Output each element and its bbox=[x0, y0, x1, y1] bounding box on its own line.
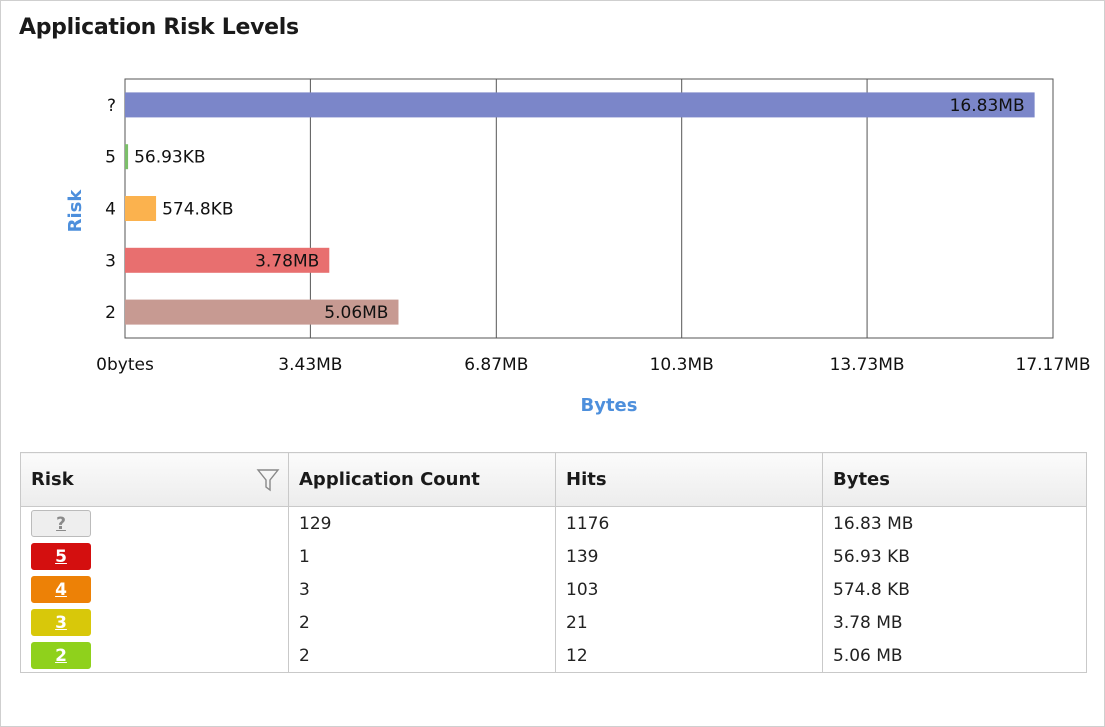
bytes-cell: 574.8 KB bbox=[822, 573, 1087, 606]
x-tick-label: 6.87MB bbox=[464, 355, 528, 375]
table-row[interactable]: ? 129 1176 16.83 MB bbox=[21, 506, 1087, 541]
bar-data-label: 574.8KB bbox=[162, 200, 233, 220]
hits-cell: 21 bbox=[555, 606, 823, 639]
risk-cell: 2 bbox=[21, 639, 289, 673]
risk-bar-chart: 0bytes 3.43MB 6.87MB 10.3MB 13.73MB 17.17MB? 1… bbox=[65, 78, 1091, 416]
column-header-hits-label: Hits bbox=[566, 469, 607, 490]
hits-cell: 1176 bbox=[555, 506, 823, 540]
risk-levels-panel: Application Risk Levels 0bytes 3.43MB 6.87… bbox=[0, 0, 1105, 727]
bar-data-label: 56.93KB bbox=[134, 148, 205, 168]
y-tick-label: ? bbox=[107, 96, 116, 116]
column-header-app-count[interactable]: Application Count bbox=[288, 452, 556, 507]
bytes-cell: 56.93 KB bbox=[822, 540, 1087, 573]
y-tick-label: 4 bbox=[105, 200, 116, 220]
column-header-hits[interactable]: Hits bbox=[555, 452, 823, 507]
app-count-cell: 2 bbox=[288, 606, 556, 639]
app-count-cell: 3 bbox=[288, 573, 556, 606]
risk-table-body: ? 129 1176 16.83 MB 5 1 139 56.93 KB 4 3 103 574.8 … bbox=[21, 506, 1087, 673]
x-tick-label: 10.3MB bbox=[650, 355, 714, 375]
x-tick-label: 17.17MB bbox=[1016, 355, 1091, 375]
bar-risk-5[interactable] bbox=[125, 144, 129, 170]
hits-cell: 12 bbox=[555, 639, 823, 673]
table-row[interactable]: 5 1 139 56.93 KB bbox=[21, 540, 1087, 573]
y-axis-title: Risk bbox=[65, 189, 86, 233]
table-row[interactable]: 2 2 12 5.06 MB bbox=[21, 639, 1087, 673]
bytes-cell: 5.06 MB bbox=[822, 639, 1087, 673]
bar-data-label: 16.83MB bbox=[950, 96, 1025, 116]
risk-badge[interactable]: 5 bbox=[31, 543, 91, 570]
y-tick-label: 3 bbox=[105, 251, 116, 271]
table-row[interactable]: 4 3 103 574.8 KB bbox=[21, 573, 1087, 606]
hits-cell: 103 bbox=[555, 573, 823, 606]
table-row[interactable]: 3 2 21 3.78 MB bbox=[21, 606, 1087, 639]
bar-data-label: 5.06MB bbox=[324, 303, 388, 323]
bytes-cell: 16.83 MB bbox=[822, 506, 1087, 540]
chart-gridlines bbox=[124, 78, 1054, 339]
column-header-risk-label: Risk bbox=[31, 469, 74, 490]
risk-table: Risk Application Count Hits Bytes ? 129 11… bbox=[20, 452, 1087, 673]
x-axis-title: Bytes bbox=[581, 395, 638, 416]
risk-cell: 3 bbox=[21, 606, 289, 639]
column-header-bytes[interactable]: Bytes bbox=[822, 452, 1087, 507]
bytes-cell: 3.78 MB bbox=[822, 606, 1087, 639]
column-header-app-count-label: Application Count bbox=[299, 469, 480, 490]
risk-cell: 5 bbox=[21, 540, 289, 573]
x-tick-label: 13.73MB bbox=[830, 355, 905, 375]
hits-cell: 139 bbox=[555, 540, 823, 573]
plot-frame bbox=[124, 78, 1054, 339]
bar-risk-4[interactable] bbox=[125, 196, 157, 221]
column-header-risk[interactable]: Risk bbox=[20, 452, 289, 507]
app-count-cell: 129 bbox=[288, 506, 556, 540]
y-tick-label: 5 bbox=[105, 148, 116, 168]
x-tick-label: 3.43MB bbox=[278, 355, 342, 375]
chart-bars bbox=[125, 92, 1035, 325]
app-count-cell: 2 bbox=[288, 639, 556, 673]
chart-labels: 0bytes 3.43MB 6.87MB 10.3MB 13.73MB 17.17MB? 1… bbox=[96, 96, 1090, 375]
risk-badge[interactable]: 3 bbox=[31, 609, 91, 636]
filter-icon[interactable] bbox=[256, 467, 280, 493]
y-tick-label: 2 bbox=[105, 303, 116, 323]
column-header-bytes-label: Bytes bbox=[833, 469, 890, 490]
risk-badge[interactable]: ? bbox=[31, 510, 91, 537]
x-tick-label: 0bytes bbox=[96, 355, 154, 375]
app-count-cell: 1 bbox=[288, 540, 556, 573]
risk-badge[interactable]: 4 bbox=[31, 576, 91, 603]
risk-cell: 4 bbox=[21, 573, 289, 606]
risk-badge[interactable]: 2 bbox=[31, 642, 91, 669]
bar-data-label: 3.78MB bbox=[255, 251, 319, 271]
bar-risk-unknown[interactable] bbox=[125, 92, 1035, 118]
risk-cell: ? bbox=[21, 507, 289, 541]
